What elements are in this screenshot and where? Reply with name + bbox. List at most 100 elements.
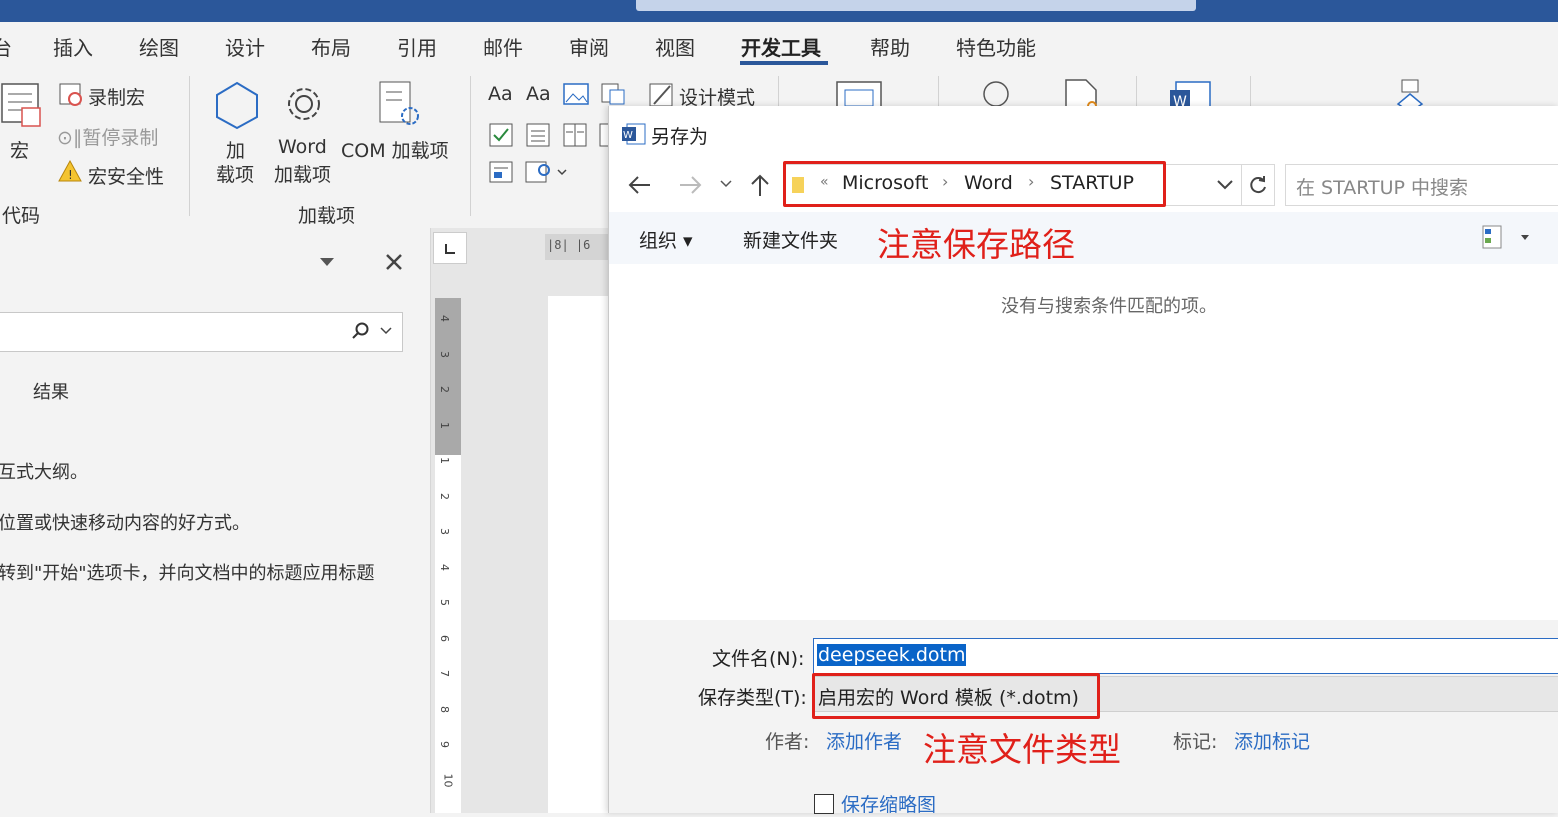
- building-block-icon[interactable]: [600, 82, 626, 106]
- picture-control-icon[interactable]: [563, 82, 589, 106]
- active-tab-indicator: [740, 61, 828, 65]
- vertical-ruler-numbers: 4 3 2 1 1 2 3 4 5 6 7 8 9 10: [435, 298, 461, 813]
- new-folder-button[interactable]: 新建文件夹: [743, 226, 838, 253]
- dropdown-list-icon[interactable]: [562, 122, 588, 148]
- word-addins-label-2[interactable]: 加载项: [274, 160, 331, 187]
- combo-box-icon[interactable]: [525, 122, 551, 148]
- ruler-number: 5: [438, 599, 451, 606]
- record-macro-label[interactable]: 录制宏: [88, 83, 145, 110]
- forward-arrow-icon[interactable]: [677, 174, 703, 196]
- filename-value: deepseek.dotm: [817, 644, 967, 666]
- ruler-number: 2: [438, 492, 451, 500]
- annotation-file-type: 注意文件类型: [923, 730, 1121, 769]
- svg-text:W: W: [623, 130, 633, 141]
- tab-design[interactable]: 设计: [225, 32, 265, 61]
- up-arrow-icon[interactable]: [749, 172, 771, 198]
- dialog-search-input[interactable]: 在 STARTUP 中搜索: [1285, 164, 1558, 206]
- ruler-number: 2: [438, 386, 451, 393]
- title-search-box[interactable]: [636, 0, 1196, 11]
- macros-icon[interactable]: [0, 82, 44, 132]
- tab-start[interactable]: 台: [0, 32, 12, 61]
- filetype-label: 保存类型(T):: [698, 687, 807, 709]
- filetype-highlight-box: [812, 673, 1100, 719]
- nav-help-line-1: 互式大纲。: [0, 462, 88, 483]
- author-label: 作者:: [765, 731, 810, 753]
- tab-draw[interactable]: 绘图: [139, 32, 179, 61]
- filename-label: 文件名(N):: [712, 648, 805, 670]
- svg-text:!: !: [68, 168, 73, 182]
- record-macro-icon[interactable]: [58, 82, 84, 108]
- recent-locations-chevron-icon[interactable]: [719, 178, 733, 190]
- annotation-save-path: 注意保存路径: [877, 225, 1075, 264]
- addins-label-1[interactable]: 加: [226, 136, 245, 163]
- word-app-icon: W: [622, 123, 646, 145]
- add-tags-link[interactable]: 添加标记: [1234, 727, 1310, 754]
- view-options-icon[interactable]: [1481, 224, 1535, 250]
- ruler-number: 1: [438, 457, 451, 464]
- gear-icon[interactable]: [280, 80, 328, 128]
- tab-results[interactable]: 结果: [33, 378, 69, 404]
- pause-recording-label: ⊙∥暂停录制: [57, 127, 159, 149]
- ruler-markings: |8| |6: [547, 238, 591, 252]
- tab-developer[interactable]: 开发工具: [741, 32, 821, 61]
- add-author-link[interactable]: 添加作者: [826, 727, 902, 754]
- search-icon[interactable]: [351, 321, 371, 341]
- search-placeholder: 在 STARTUP 中搜索: [1296, 177, 1469, 199]
- chevron-down-icon[interactable]: [1216, 179, 1234, 191]
- back-arrow-icon[interactable]: [627, 174, 653, 196]
- navigation-pane: 结果 互式大纲。 位置或快速移动内容的好方式。 转到"开始"选项卡，并向文档中的…: [0, 228, 431, 813]
- save-as-dialog: W 另存为 « Microsoft › Word › STARTUP 在 STA…: [608, 106, 1558, 816]
- nav-search-input[interactable]: [0, 312, 403, 352]
- tab-references[interactable]: 引用: [397, 32, 437, 61]
- tab-selector-button[interactable]: [433, 232, 467, 264]
- macro-security-label[interactable]: 宏安全性: [88, 162, 164, 189]
- chevron-down-icon[interactable]: [318, 256, 336, 268]
- horizontal-ruler[interactable]: |8| |6: [545, 234, 615, 260]
- com-addins-label[interactable]: COM 加载项: [341, 136, 449, 163]
- tab-mailings[interactable]: 邮件: [483, 32, 523, 61]
- left-tab-icon: [445, 244, 455, 254]
- tab-special-features[interactable]: 特色功能: [956, 32, 1036, 61]
- ruler-number: 1: [438, 421, 451, 429]
- rich-text-control[interactable]: Aa: [488, 83, 513, 105]
- dialog-title: 另存为: [651, 126, 709, 148]
- addins-icon[interactable]: [212, 80, 262, 130]
- chevron-down-icon[interactable]: [379, 326, 393, 336]
- empty-results-message: 没有与搜索条件匹配的项。: [1001, 296, 1217, 317]
- path-highlight-box: [783, 161, 1166, 207]
- ruler-number: 10: [441, 773, 455, 787]
- warning-icon: !: [58, 160, 82, 182]
- tab-view[interactable]: 视图: [655, 32, 695, 61]
- refresh-icon: [1250, 176, 1266, 194]
- addins-label-2[interactable]: 载项: [216, 160, 254, 187]
- ruler-number: 7: [438, 670, 451, 677]
- refresh-button[interactable]: [1241, 164, 1275, 206]
- organize-button[interactable]: 组织 ▾: [639, 226, 693, 253]
- tags-label: 标记:: [1173, 731, 1218, 753]
- tab-review[interactable]: 审阅: [569, 32, 609, 61]
- group-divider: [189, 76, 190, 216]
- checkbox-control-icon[interactable]: [488, 122, 514, 148]
- com-addins-icon[interactable]: [378, 80, 424, 130]
- tab-help[interactable]: 帮助: [870, 32, 910, 61]
- design-mode-icon[interactable]: [648, 82, 676, 108]
- ruler-number: 6: [438, 634, 451, 642]
- close-icon[interactable]: [384, 252, 404, 272]
- filename-input[interactable]: deepseek.dotm: [813, 638, 1558, 674]
- legacy-tools-icon[interactable]: [488, 160, 516, 186]
- ruler-number: 3: [438, 528, 451, 535]
- group-divider: [470, 76, 471, 216]
- word-addins-label-1[interactable]: Word: [278, 136, 327, 158]
- nav-help-line-3: 转到"开始"选项卡，并向文档中的标题应用标题: [0, 563, 375, 584]
- macros-label[interactable]: 宏: [10, 136, 29, 163]
- plain-text-control[interactable]: Aa: [526, 83, 551, 105]
- code-group-label: 代码: [2, 205, 41, 227]
- ruler-number: 3: [438, 350, 451, 358]
- properties-icon[interactable]: [524, 158, 570, 186]
- save-thumbnail-checkbox[interactable]: [814, 794, 834, 814]
- tab-layout[interactable]: 布局: [311, 32, 351, 61]
- nav-help-line-2: 位置或快速移动内容的好方式。: [0, 513, 250, 534]
- tab-insert[interactable]: 插入: [53, 32, 93, 61]
- ruler-number: 4: [438, 563, 451, 571]
- addins-group-label: 加载项: [298, 205, 356, 227]
